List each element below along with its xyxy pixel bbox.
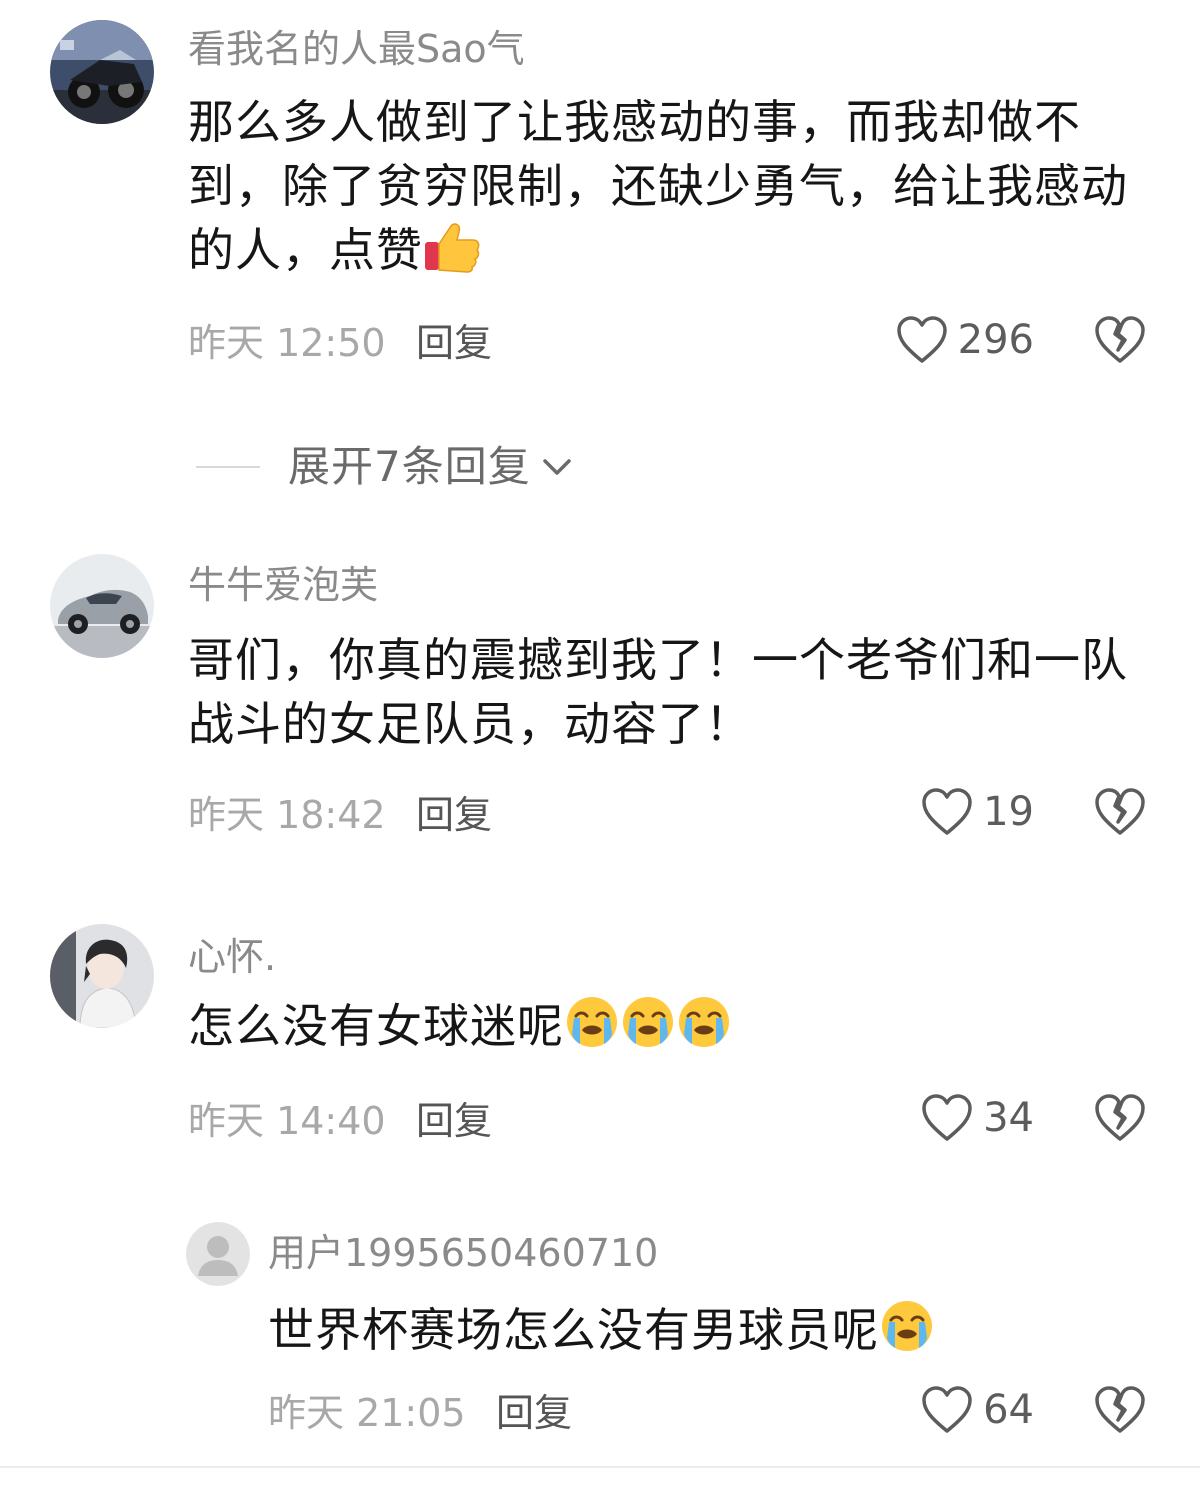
chevron-down-icon <box>542 459 571 475</box>
expand-replies-button[interactable]: 展开7条回复 <box>196 446 575 488</box>
reply-time: 昨天 21:05 <box>268 1391 466 1435</box>
comment-text: 那么多人做到了让我感动的事，而我却做不到，除了贫穷限制，还缺少勇气，给让我感动的… <box>188 90 1158 290</box>
like-button[interactable]: 64 <box>921 1386 1034 1434</box>
dislike-button[interactable] <box>1094 1386 1146 1438</box>
like-count: 296 <box>957 317 1034 363</box>
loudly-crying-face-icon <box>620 994 676 1066</box>
comment-text: 哥们，你真的震撼到我了！一个老爷们和一队战斗的女足队员，动容了！ <box>188 633 1128 751</box>
default-avatar-icon[interactable] <box>186 1222 250 1286</box>
reply-button[interactable]: 回复 <box>416 324 492 362</box>
heart-outline-icon <box>896 316 947 363</box>
heart-outline-icon <box>922 1094 972 1141</box>
avatar[interactable] <box>50 924 154 1028</box>
heart-outline-icon <box>922 1386 972 1433</box>
like-count: 34 <box>983 1095 1034 1141</box>
expand-replies-label: 展开7条回复 <box>288 442 531 491</box>
broken-heart-icon <box>1095 316 1145 363</box>
reply-button[interactable]: 回复 <box>416 1102 492 1140</box>
reply-button[interactable]: 回复 <box>416 796 492 834</box>
divider-line <box>196 466 260 468</box>
loudly-crying-face-icon <box>676 994 732 1066</box>
comment-time: 昨天 18:42 <box>188 793 386 837</box>
avatar[interactable] <box>50 20 154 124</box>
like-count: 19 <box>983 789 1034 835</box>
loudly-crying-face-icon <box>564 994 620 1066</box>
comment-text: 怎么没有女球迷呢 <box>188 994 1158 1066</box>
broken-heart-icon <box>1095 1386 1145 1433</box>
reply-text-content: 世界杯赛场怎么没有男球员呢 <box>268 1303 879 1357</box>
dislike-button[interactable] <box>1094 788 1146 840</box>
comment-username[interactable]: 牛牛爱泡芙 <box>188 566 378 604</box>
broken-heart-icon <box>1095 1094 1145 1141</box>
dislike-button[interactable] <box>1094 1094 1146 1146</box>
like-button[interactable]: 19 <box>921 788 1034 836</box>
reply-username[interactable]: 用户1995650460710 <box>268 1234 658 1272</box>
comment-username[interactable]: 心怀. <box>188 938 276 976</box>
thumbs-up-icon <box>423 220 481 290</box>
comment-username[interactable]: 看我名的人最Sao气 <box>188 30 525 68</box>
reply-text: 世界杯赛场怎么没有男球员呢 <box>268 1298 1168 1370</box>
loudly-crying-face-icon <box>879 1298 935 1370</box>
dislike-button[interactable] <box>1094 316 1146 368</box>
like-count: 64 <box>983 1387 1034 1433</box>
comment-text-content: 那么多人做到了让我感动的事，而我却做不到，除了贫穷限制，还缺少勇气，给让我感动的… <box>188 95 1128 277</box>
comment-time: 昨天 14:40 <box>188 1099 386 1143</box>
like-button[interactable]: 34 <box>921 1094 1034 1142</box>
reply-button[interactable]: 回复 <box>496 1394 572 1432</box>
broken-heart-icon <box>1095 788 1145 835</box>
comment-text-content: 怎么没有女球迷呢 <box>188 999 564 1053</box>
avatar[interactable] <box>50 554 154 658</box>
like-button[interactable]: 296 <box>896 316 1034 364</box>
bottom-divider <box>0 1466 1200 1468</box>
comment-time: 昨天 12:50 <box>188 321 386 365</box>
heart-outline-icon <box>922 788 972 835</box>
